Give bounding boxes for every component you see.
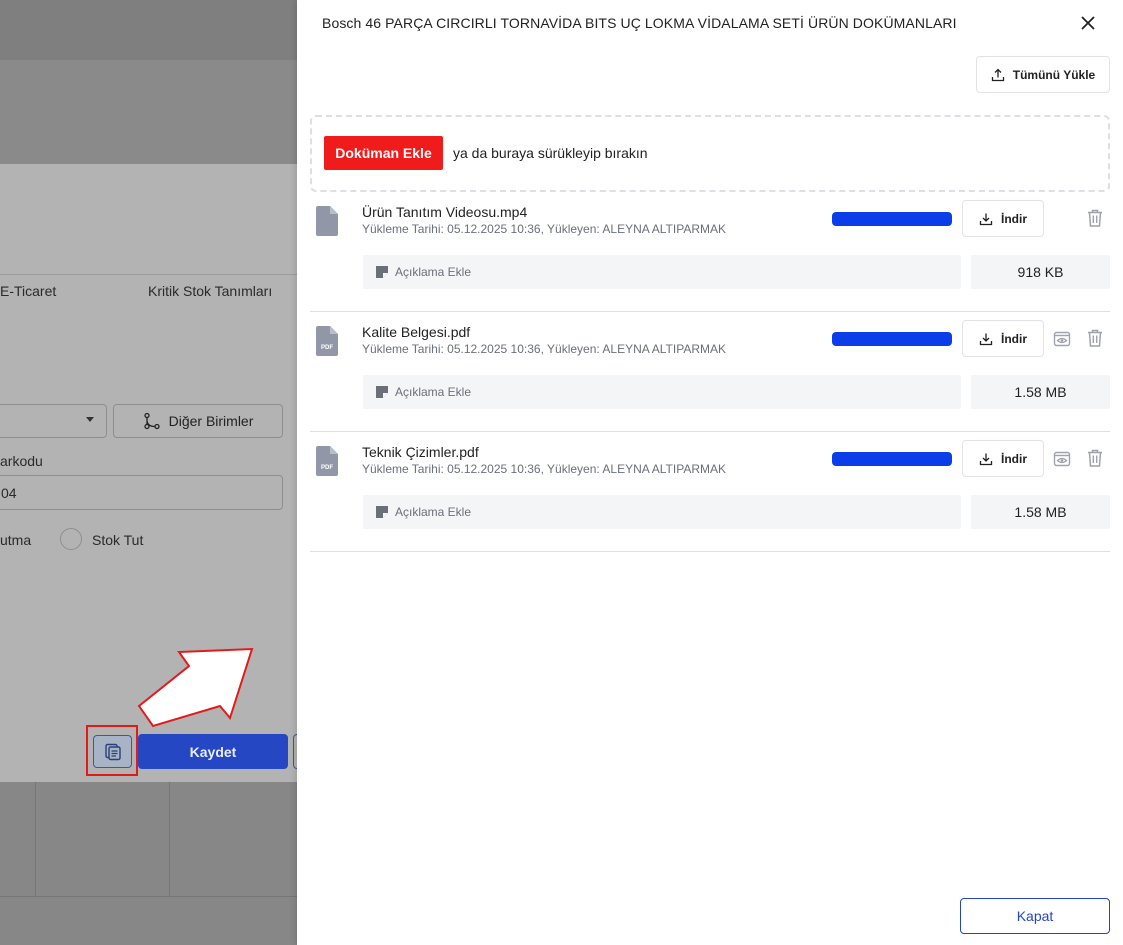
other-units-button[interactable]: Diğer Birimler — [113, 404, 283, 438]
drawer-title: Bosch 46 PARÇA CIRCIRLI TORNAVİDA BITS U… — [322, 15, 957, 31]
file-size: 918 KB — [971, 255, 1110, 289]
note-icon — [376, 266, 388, 278]
file-name: Kalite Belgesi.pdf — [362, 324, 471, 340]
save-button[interactable]: Kaydet — [138, 734, 288, 769]
close-icon — [1081, 16, 1095, 30]
trash-icon[interactable] — [1087, 449, 1103, 467]
close-drawer-button[interactable] — [1076, 11, 1100, 35]
background-table — [0, 782, 300, 945]
annotation-highlight-box — [86, 725, 138, 776]
upload-all-label: Tümünü Yükle — [1012, 67, 1096, 82]
other-units-label: Diğer Birimler — [168, 413, 254, 429]
upload-icon — [991, 68, 1004, 81]
file-size: 1.58 MB — [971, 495, 1110, 529]
table-row-divider — [0, 896, 300, 897]
radio-label-stock-track: Stok Tut — [92, 532, 144, 548]
tabs-divider — [0, 274, 300, 275]
tab-e-ticaret[interactable]: E-Ticaret — [0, 283, 56, 299]
description-field[interactable]: Açıklama Ekle — [363, 375, 961, 409]
file-dropzone[interactable]: Doküman Ekle ya da buraya sürükleyip bır… — [310, 115, 1110, 192]
pdf-file-icon: PDF — [316, 446, 338, 476]
download-button[interactable]: İndir — [962, 320, 1044, 357]
file-meta: Yükleme Tarihi: 05.12.2025 10:36, Yükley… — [362, 222, 726, 236]
description-field[interactable]: Açıklama Ekle — [363, 255, 961, 289]
table-column-divider — [35, 782, 36, 896]
description-field[interactable]: Açıklama Ekle — [363, 495, 961, 529]
note-icon — [376, 386, 388, 398]
eye-icon[interactable] — [1053, 450, 1071, 468]
description-placeholder: Açıklama Ekle — [395, 385, 472, 399]
pdf-badge: PDF — [321, 345, 333, 351]
barcode-value: 04 — [1, 484, 17, 501]
pdf-file-icon: PDF — [316, 326, 338, 356]
file-meta: Yükleme Tarihi: 05.12.2025 10:36, Yükley… — [362, 462, 726, 476]
file-row: PDF Teknik Çizimler.pdf Yükleme Tarihi: … — [310, 432, 1110, 552]
description-placeholder: Açıklama Ekle — [395, 505, 472, 519]
note-icon — [376, 506, 388, 518]
caret-down-icon — [86, 417, 94, 422]
download-icon — [979, 453, 993, 465]
download-button[interactable]: İndir — [962, 200, 1044, 237]
trash-icon[interactable] — [1087, 329, 1103, 347]
download-label: İndir — [1001, 211, 1027, 226]
background-header — [0, 0, 300, 60]
download-label: İndir — [1001, 331, 1027, 346]
add-document-button[interactable]: Doküman Ekle — [324, 136, 443, 170]
stock-track-radio[interactable] — [60, 528, 82, 550]
upload-progress-bar — [832, 212, 952, 226]
product-form-card — [0, 164, 300, 782]
download-button[interactable]: İndir — [962, 440, 1044, 477]
upload-progress-bar — [832, 452, 952, 466]
download-label: İndir — [1001, 451, 1027, 466]
tab-kritik-stok[interactable]: Kritik Stok Tanımları — [148, 283, 272, 299]
table-column-divider — [169, 782, 170, 896]
download-icon — [979, 213, 993, 225]
upload-all-button[interactable]: Tümünü Yükle — [976, 56, 1110, 93]
file-name: Ürün Tanıtım Videosu.mp4 — [362, 204, 528, 220]
file-row: PDF Kalite Belgesi.pdf Yükleme Tarihi: 0… — [310, 312, 1110, 432]
file-row: Ürün Tanıtım Videosu.mp4 Yükleme Tarihi:… — [310, 192, 1110, 312]
upload-progress-bar — [832, 332, 952, 346]
file-name: Teknik Çizimler.pdf — [362, 444, 479, 460]
drop-hint: ya da buraya sürükleyip bırakın — [453, 145, 648, 161]
close-button[interactable]: Kapat — [960, 898, 1110, 934]
barcode-label: arkodu — [0, 453, 43, 469]
trash-icon[interactable] — [1087, 209, 1103, 227]
description-placeholder: Açıklama Ekle — [395, 265, 472, 279]
barcode-field[interactable]: 04 — [0, 475, 283, 510]
radio-label-stock-no: utma — [0, 532, 32, 548]
documents-drawer: Bosch 46 PARÇA CIRCIRLI TORNAVİDA BITS U… — [297, 0, 1123, 945]
download-icon — [979, 333, 993, 345]
file-icon — [316, 206, 338, 236]
file-size: 1.58 MB — [971, 375, 1110, 409]
background-band — [0, 60, 300, 164]
branch-icon — [143, 412, 160, 430]
file-meta: Yükleme Tarihi: 05.12.2025 10:36, Yükley… — [362, 342, 726, 356]
eye-icon[interactable] — [1053, 330, 1071, 348]
pdf-badge: PDF — [321, 465, 333, 471]
